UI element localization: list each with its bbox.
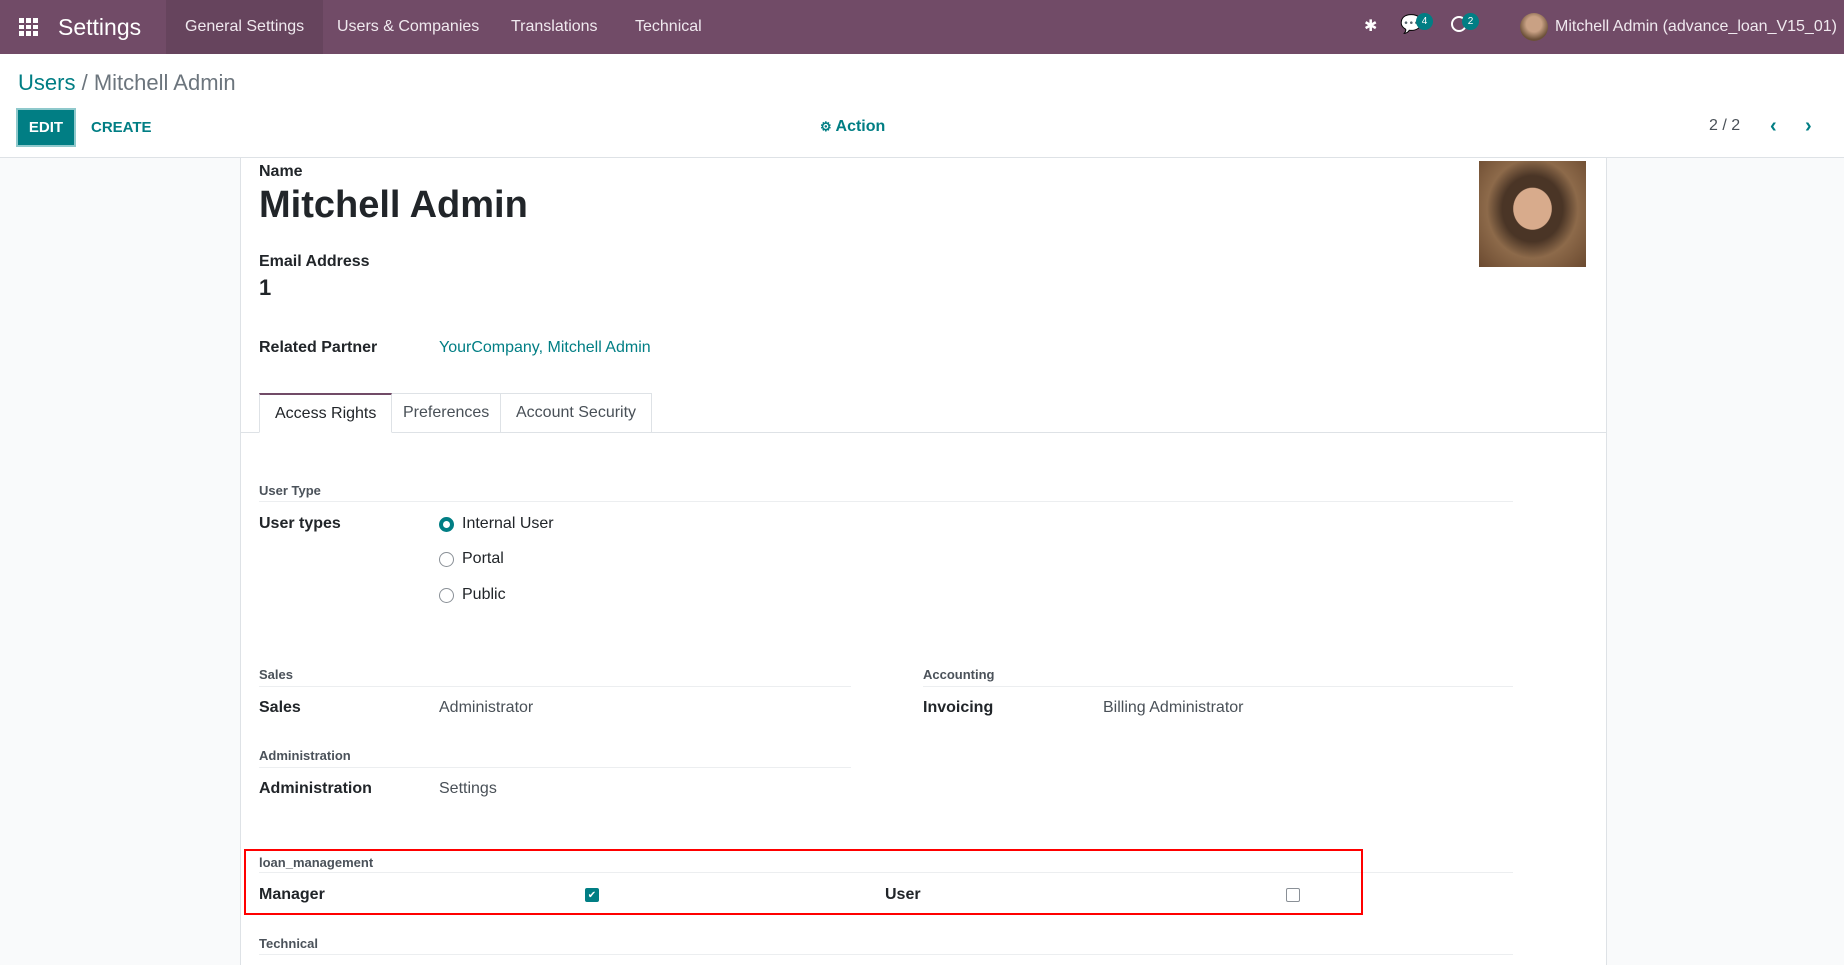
divider bbox=[259, 954, 1513, 955]
apps-menu-icon[interactable] bbox=[19, 18, 39, 36]
create-button[interactable]: CREATE bbox=[91, 108, 152, 147]
breadcrumb-separator: / bbox=[81, 70, 88, 95]
name-label: Name bbox=[259, 163, 303, 180]
sales-value[interactable]: Administrator bbox=[439, 699, 533, 717]
breadcrumb-users-link[interactable]: Users bbox=[18, 70, 75, 95]
divider bbox=[259, 686, 851, 687]
pager-next-icon[interactable]: › bbox=[1805, 115, 1812, 138]
menu-technical[interactable]: Technical bbox=[616, 0, 721, 54]
radio-label: Public bbox=[462, 586, 506, 603]
related-partner-link[interactable]: YourCompany, Mitchell Admin bbox=[439, 339, 651, 357]
gear-icon: ⚙ bbox=[820, 119, 832, 134]
app-title[interactable]: Settings bbox=[58, 0, 141, 54]
action-label: Action bbox=[835, 118, 886, 135]
edit-button[interactable]: EDIT bbox=[16, 108, 76, 147]
sales-label: Sales bbox=[259, 699, 301, 716]
radio-internal-user[interactable]: Internal User bbox=[439, 515, 554, 533]
administration-value[interactable]: Settings bbox=[439, 780, 497, 798]
user-avatar[interactable] bbox=[1520, 13, 1548, 41]
highlight-box bbox=[244, 849, 1363, 915]
debug-bug-icon[interactable]: ✱ bbox=[1364, 16, 1377, 36]
divider bbox=[259, 767, 851, 768]
invoicing-value[interactable]: Billing Administrator bbox=[1103, 699, 1244, 717]
tab-access-rights[interactable]: Access Rights bbox=[259, 393, 393, 433]
email-value: 1 bbox=[259, 275, 272, 300]
user-photo[interactable] bbox=[1479, 161, 1586, 267]
radio-button[interactable] bbox=[439, 516, 454, 532]
tab-preferences[interactable]: Preferences bbox=[387, 393, 506, 433]
section-user-type: User Type bbox=[259, 483, 321, 498]
email-label: Email Address bbox=[259, 253, 370, 270]
name-value: Mitchell Admin bbox=[259, 184, 528, 226]
breadcrumb: Users / Mitchell Admin bbox=[18, 70, 236, 96]
divider bbox=[923, 686, 1513, 687]
tab-account-security[interactable]: Account Security bbox=[500, 393, 653, 433]
user-menu[interactable]: Mitchell Admin (advance_loan_V15_01) bbox=[1555, 0, 1837, 54]
top-navbar: Settings General Settings Users & Compan… bbox=[0, 0, 1844, 54]
radio-portal[interactable]: Portal bbox=[439, 550, 504, 568]
radio-public[interactable]: Public bbox=[439, 586, 506, 604]
section-technical: Technical bbox=[259, 936, 319, 951]
radio-label: Portal bbox=[462, 550, 504, 567]
section-administration: Administration bbox=[259, 748, 351, 763]
breadcrumb-current: Mitchell Admin bbox=[93, 70, 236, 95]
section-accounting: Accounting bbox=[923, 667, 995, 682]
divider bbox=[259, 501, 1513, 502]
action-dropdown[interactable]: ⚙ Action bbox=[820, 118, 885, 136]
menu-translations[interactable]: Translations bbox=[492, 0, 617, 54]
radio-label: Internal User bbox=[462, 515, 554, 532]
radio-button[interactable] bbox=[439, 587, 454, 603]
radio-button[interactable] bbox=[439, 551, 454, 567]
user-types-label: User types bbox=[259, 515, 341, 532]
administration-label: Administration bbox=[259, 780, 372, 797]
section-sales: Sales bbox=[259, 667, 293, 682]
pager-value[interactable]: 2 / 2 bbox=[1709, 117, 1740, 135]
invoicing-label: Invoicing bbox=[923, 699, 994, 716]
related-partner-label: Related Partner bbox=[259, 339, 378, 356]
menu-users-companies[interactable]: Users & Companies bbox=[318, 0, 498, 54]
pager-previous-icon[interactable]: ‹ bbox=[1770, 115, 1777, 138]
activities-badge: 2 bbox=[1462, 13, 1479, 30]
menu-general-settings[interactable]: General Settings bbox=[166, 0, 324, 54]
messages-badge: 4 bbox=[1416, 13, 1433, 30]
